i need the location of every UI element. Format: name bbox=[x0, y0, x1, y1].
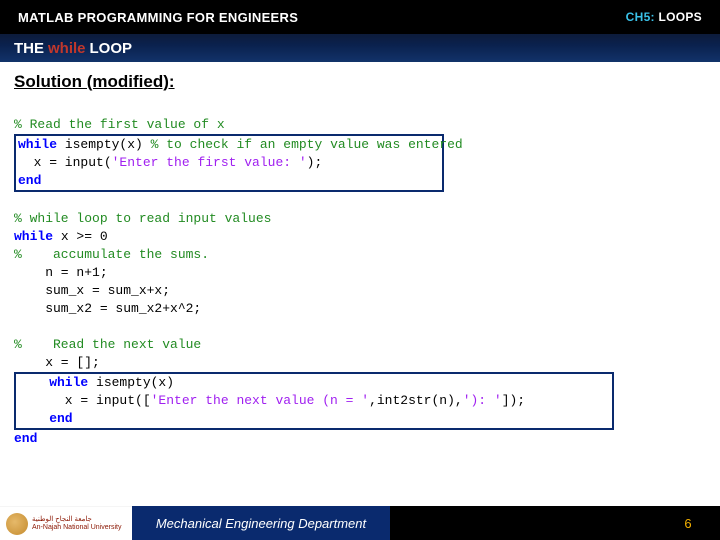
course-title: MATLAB PROGRAMMING FOR ENGINEERS bbox=[18, 10, 298, 25]
highlight-box-1: while isempty(x) % to check if an empty … bbox=[14, 134, 444, 192]
top-bar: MATLAB PROGRAMMING FOR ENGINEERS CH5: LO… bbox=[0, 0, 720, 34]
chapter-label: CH5: LOOPS bbox=[626, 10, 702, 24]
university-name: جامعة النجاح الوطنية An-Najah National U… bbox=[32, 516, 121, 532]
page-number: 6 bbox=[656, 506, 720, 540]
highlight-box-2: while isempty(x) x = input(['Enter the n… bbox=[14, 372, 614, 430]
solution-heading: Solution (modified): bbox=[14, 72, 706, 92]
university-logo: جامعة النجاح الوطنية An-Najah National U… bbox=[0, 506, 132, 540]
department-label: Mechanical Engineering Department bbox=[132, 506, 390, 540]
code-block: % Read the first value of x while isempt… bbox=[14, 98, 706, 448]
footer-spacer bbox=[390, 506, 656, 540]
slide-title: THE while LOOP bbox=[0, 34, 720, 62]
logo-emblem-icon bbox=[6, 513, 28, 535]
footer: جامعة النجاح الوطنية An-Najah National U… bbox=[0, 506, 720, 540]
content-area: Solution (modified): % Read the first va… bbox=[0, 62, 720, 448]
